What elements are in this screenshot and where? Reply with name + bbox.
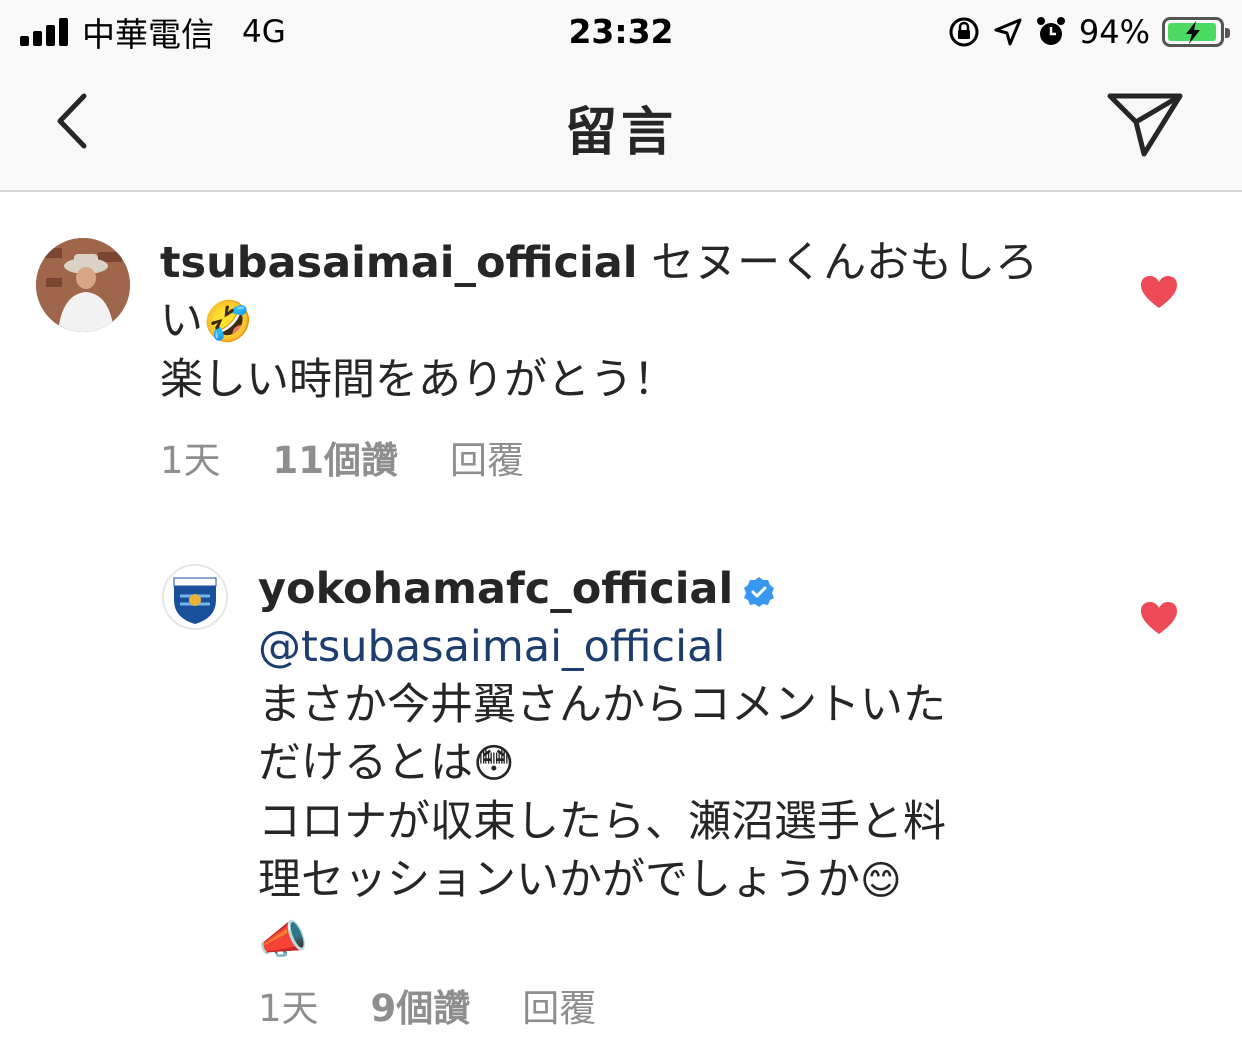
avatar[interactable] <box>36 238 130 332</box>
comment-meta: 1天 11個讚 回覆 <box>160 430 524 484</box>
orientation-lock-icon <box>949 17 979 47</box>
heart-icon[interactable] <box>1139 274 1179 310</box>
comment-item: tsubasaimai_official セヌーくんおもしろ い🤣 楽しい時間を… <box>0 192 1242 492</box>
likes-count[interactable]: 11個讚 <box>273 430 399 484</box>
battery-charging-icon <box>1162 17 1230 47</box>
comment-text: コロナが収束したら、瀬沼選手と料 <box>258 797 946 847</box>
comment-text: 理セッションいかがでしょうか <box>258 855 860 905</box>
reply-comment-item: yokohamafc_official @tsubasaimai_officia… <box>0 540 1242 1062</box>
comment-username[interactable]: tsubasaimai_official <box>160 238 637 288</box>
comment-meta: 1天 9個讚 回覆 <box>258 978 596 1032</box>
comment-username[interactable]: yokohamafc_official <box>258 564 733 614</box>
reply-button[interactable]: 回覆 <box>450 430 524 484</box>
likes-count[interactable]: 9個讚 <box>371 978 471 1032</box>
battery-percent: 94% <box>1078 13 1150 51</box>
comment-time: 1天 <box>160 439 221 482</box>
status-right: 94% <box>947 10 1230 54</box>
nav-bar: 留言 <box>0 66 1242 192</box>
comment-body: yokohamafc_official @tsubasaimai_officia… <box>258 560 1118 969</box>
comment-text: だけるとは <box>258 738 473 788</box>
rofl-emoji-icon: 🤣 <box>203 299 253 345</box>
comment-text: セヌーくんおもしろ <box>637 238 1039 288</box>
verified-badge-icon <box>744 576 775 607</box>
share-button[interactable] <box>1104 88 1186 160</box>
reply-button[interactable]: 回覆 <box>522 978 596 1032</box>
alarm-icon <box>1036 17 1065 45</box>
comment-text: い <box>160 296 203 346</box>
smiling-emoji-icon: 😊 <box>860 858 902 904</box>
flushed-emoji-icon: 😳 <box>473 741 515 787</box>
page-title: 留言 <box>564 103 677 163</box>
location-icon <box>994 18 1022 46</box>
avatar[interactable] <box>162 564 228 630</box>
paper-plane-icon <box>1107 93 1183 157</box>
status-bar: 中華電信 4G 23:32 94% <box>0 0 1242 66</box>
mention-link[interactable]: @tsubasaimai_official <box>258 622 725 672</box>
comment-text: まさか今井翼さんからコメントいた <box>258 680 946 730</box>
megaphone-emoji-icon: 📣 <box>258 917 308 963</box>
comment-body: tsubasaimai_official セヌーくんおもしろ い🤣 楽しい時間を… <box>160 234 1080 409</box>
comment-text: 楽しい時間をありがとう！ <box>160 355 676 405</box>
comment-time: 1天 <box>258 987 319 1030</box>
heart-icon[interactable] <box>1139 600 1179 636</box>
